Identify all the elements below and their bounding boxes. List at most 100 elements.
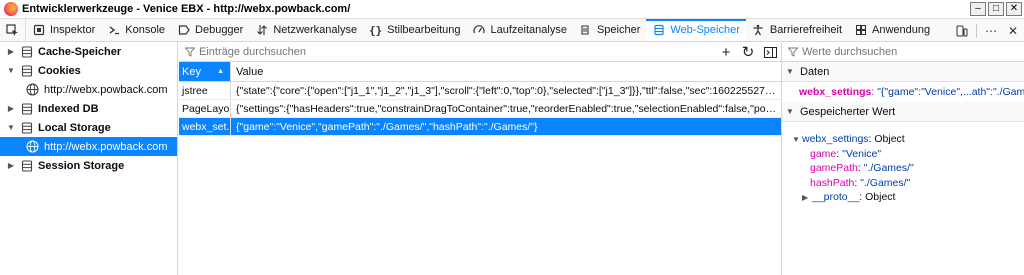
inspector-icon — [32, 24, 45, 37]
collapse-arrow-icon: ▼ — [792, 134, 800, 144]
column-header-label: Value — [236, 65, 264, 78]
table-row[interactable]: jstree {"state":{"core":{"open":["j1_1",… — [179, 82, 781, 100]
collapse-arrow-icon: ▼ — [786, 107, 794, 116]
table-cell-key: webx_set... — [179, 118, 231, 135]
sidebar-item-local-storage[interactable]: ▼ Local Storage — [0, 118, 177, 137]
window-title: Entwicklerwerkzeuge - Venice EBX - http:… — [22, 3, 351, 15]
object-node[interactable]: ▼ webx_settings : Object — [782, 132, 1024, 147]
collapse-arrow-icon[interactable]: ▼ — [6, 123, 16, 132]
object-property: gamePath: "./Games/" — [782, 161, 1024, 176]
tab-label: Laufzeitanalyse — [490, 24, 567, 36]
close-devtools-button[interactable]: ✕ — [1002, 19, 1024, 42]
table-cell-value: {"game":"Venice","gamePath":"./Games/","… — [236, 121, 538, 133]
filter-icon — [788, 47, 798, 57]
storage-type-icon — [21, 102, 33, 115]
section-title: Gespeicherter Wert — [800, 105, 896, 118]
toggle-sidebar-button[interactable] — [763, 44, 777, 60]
collapse-arrow-icon[interactable]: ▼ — [6, 66, 16, 75]
proto-key: __proto__ — [812, 191, 860, 204]
sidebar-item-label: http://webx.powback.com — [44, 140, 168, 153]
tab-accessibility[interactable]: Barrierefreiheit — [746, 19, 848, 41]
sidebar-item-cache-storage[interactable]: ▶ Cache-Speicher — [0, 42, 177, 61]
storage-type-icon — [21, 121, 33, 134]
sidebar-item-indexed-db[interactable]: ▶ Indexed DB — [0, 99, 177, 118]
property-key: hashPath — [810, 176, 855, 189]
table-row[interactable]: PageLayo... {"settings":{"hasHeaders":tr… — [179, 100, 781, 118]
property-key: game — [810, 147, 837, 160]
element-picker-icon — [6, 23, 18, 36]
expand-arrow-icon[interactable]: ▶ — [6, 161, 16, 170]
window-controls: – □ ✕ — [970, 2, 1022, 16]
maximize-button[interactable]: □ — [988, 2, 1004, 16]
tab-label: Inspektor — [50, 24, 96, 36]
responsive-design-button[interactable] — [951, 19, 973, 42]
table-row-selected[interactable]: webx_set... {"game":"Venice","gamePath":… — [179, 118, 781, 136]
refresh-button[interactable]: ↻ — [741, 44, 755, 60]
tab-application[interactable]: Anwendung — [848, 19, 936, 41]
tab-label: Barrierefreiheit — [769, 24, 843, 36]
tab-label: Debugger — [195, 24, 244, 36]
values-filter-input[interactable] — [802, 45, 1002, 58]
close-window-button[interactable]: ✕ — [1006, 2, 1022, 16]
tab-inspector[interactable]: Inspektor — [26, 19, 101, 41]
network-icon — [255, 24, 268, 37]
sort-ascending-icon: ▲ — [217, 68, 224, 75]
values-filter-bar — [782, 42, 1024, 62]
column-header-value[interactable]: Value — [231, 62, 781, 81]
responsive-design-icon — [956, 25, 968, 36]
storage-type-icon — [21, 64, 33, 77]
tab-label: Speicher — [596, 24, 641, 36]
sidebar-toggle-icon — [763, 46, 777, 58]
devtools-toolbar: Inspektor Konsole Debugger Netzwerkanaly… — [0, 19, 1024, 42]
storage-tree-sidebar: ▶ Cache-Speicher ▼ Cookies http://webx.p… — [0, 42, 178, 275]
tab-style-editor[interactable]: {} Stilbearbeitung — [363, 19, 466, 41]
parsed-value-section-header[interactable]: ▼ Gespeicherter Wert — [782, 102, 1024, 122]
filter-icon — [185, 47, 195, 57]
toolbar-divider — [976, 23, 977, 38]
table-cell-key: jstree — [179, 82, 231, 99]
sidebar-item-session-storage[interactable]: ▶ Session Storage — [0, 156, 177, 175]
sidebar-item-label: Cookies — [38, 64, 81, 77]
data-entry-row[interactable]: webx_settings : "{"game":"Venice",...ath… — [782, 82, 1024, 102]
add-item-button[interactable]: + — [719, 44, 733, 60]
storage-icon — [652, 24, 665, 37]
tab-performance[interactable]: Laufzeitanalyse — [467, 19, 573, 41]
tab-memory[interactable]: Speicher — [573, 19, 646, 41]
items-filter-input[interactable] — [199, 45, 499, 58]
element-picker-button[interactable] — [0, 19, 26, 41]
console-icon — [107, 24, 120, 37]
expand-arrow-icon[interactable]: ▶ — [6, 47, 16, 56]
tab-label: Anwendung — [872, 24, 931, 36]
property-value: "./Games/" — [863, 162, 914, 175]
storage-type-icon — [21, 45, 33, 58]
table-cell-value: {"settings":{"hasHeaders":true,"constrai… — [236, 103, 781, 115]
sidebar-item-cookies[interactable]: ▼ Cookies — [0, 61, 177, 80]
parsed-value-tree: ▼ webx_settings : Object game: "Venice" … — [782, 122, 1024, 205]
tab-storage[interactable]: Web-Speicher — [646, 19, 746, 41]
minimize-button[interactable]: – — [970, 2, 986, 16]
globe-icon — [26, 83, 39, 96]
data-section-header[interactable]: ▼ Daten — [782, 62, 1024, 82]
tab-label: Konsole — [125, 24, 166, 36]
proto-node[interactable]: ▶ __proto__ : Object — [782, 190, 1024, 205]
sidebar-item-local-storage-origin[interactable]: http://webx.powback.com — [0, 137, 177, 156]
column-header-label: Key — [182, 65, 201, 78]
storage-type-icon — [21, 159, 33, 172]
data-entry-key: webx_settings — [799, 86, 872, 98]
object-property: hashPath: "./Games/" — [782, 176, 1024, 191]
tab-network[interactable]: Netzwerkanalyse — [249, 19, 363, 41]
collapse-arrow-icon: ▼ — [786, 67, 794, 76]
column-header-key[interactable]: Key ▲ — [179, 62, 231, 81]
performance-icon — [473, 24, 486, 37]
table-cell-value: {"state":{"core":{"open":["j1_1","j1_2",… — [236, 85, 781, 97]
tab-label: Netzwerkanalyse — [273, 24, 358, 36]
sidebar-item-cookies-origin[interactable]: http://webx.powback.com — [0, 80, 177, 99]
toolbar-right-controls: ⋯ ✕ — [951, 19, 1024, 42]
debugger-icon — [177, 24, 190, 37]
tab-debugger[interactable]: Debugger — [171, 19, 249, 41]
more-options-button[interactable]: ⋯ — [980, 19, 1002, 42]
expand-arrow-icon[interactable]: ▶ — [6, 104, 16, 113]
tab-console[interactable]: Konsole — [101, 19, 171, 41]
object-type: : Object — [868, 133, 905, 146]
table-actions: + ↻ — [719, 42, 777, 62]
